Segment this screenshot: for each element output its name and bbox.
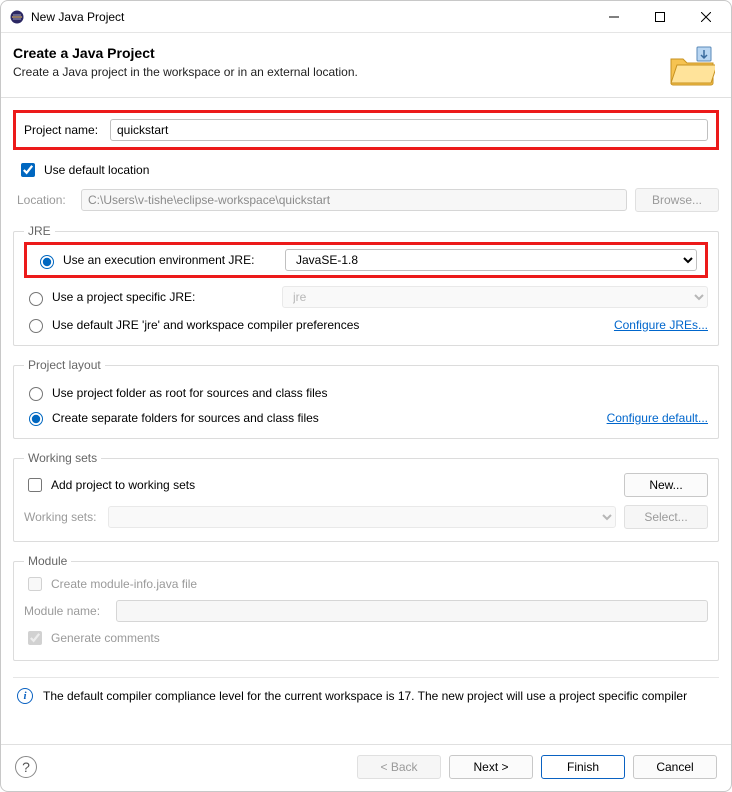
generate-comments-input (28, 631, 42, 645)
folder-java-icon (669, 45, 715, 87)
use-default-location-checkbox[interactable]: Use default location (17, 160, 149, 180)
jre-project-specific-radio[interactable] (29, 292, 43, 306)
jre-project-specific-select: jre (282, 286, 708, 308)
close-button[interactable] (683, 2, 729, 32)
minimize-button[interactable] (591, 2, 637, 32)
generate-comments-label: Generate comments (51, 631, 160, 645)
project-name-input[interactable] (110, 119, 708, 141)
module-legend: Module (24, 554, 71, 568)
jre-exec-env-select[interactable]: JavaSE-1.8 (285, 249, 697, 271)
add-to-working-sets-input[interactable] (28, 478, 42, 492)
eclipse-icon (9, 9, 25, 25)
configure-jres-link[interactable]: Configure JREs... (614, 318, 708, 332)
layout-single-radio[interactable] (29, 387, 43, 401)
jre-default-label: Use default JRE 'jre' and workspace comp… (52, 318, 359, 332)
jre-exec-env-label: Use an execution environment JRE: (63, 253, 279, 267)
working-sets-new-button[interactable]: New... (624, 473, 708, 497)
location-input (81, 189, 627, 211)
window-title: New Java Project (31, 10, 591, 24)
add-to-working-sets-label: Add project to working sets (51, 478, 195, 492)
header-title: Create a Java Project (13, 45, 661, 61)
use-default-location-label: Use default location (44, 163, 149, 177)
project-name-highlight: Project name: (13, 110, 719, 150)
dialog-footer: ? < Back Next > Finish Cancel (1, 744, 731, 791)
working-sets-group: Working sets Add project to working sets… (13, 451, 719, 542)
layout-single-label: Use project folder as root for sources a… (52, 386, 327, 400)
info-text: The default compiler compliance level fo… (43, 689, 687, 703)
working-sets-select-button: Select... (624, 505, 708, 529)
cancel-button[interactable]: Cancel (633, 755, 717, 779)
finish-button[interactable]: Finish (541, 755, 625, 779)
working-sets-label: Working sets: (24, 510, 100, 524)
info-bar: i The default compiler compliance level … (13, 677, 719, 714)
jre-default-radio[interactable] (29, 319, 43, 333)
use-default-location-input[interactable] (21, 163, 35, 177)
jre-group: JRE Use an execution environment JRE: Ja… (13, 224, 719, 346)
module-group: Module Create module-info.java file Modu… (13, 554, 719, 661)
layout-separate-label: Create separate folders for sources and … (52, 411, 319, 425)
help-button[interactable]: ? (15, 756, 37, 778)
jre-project-specific-label: Use a project specific JRE: (52, 290, 276, 304)
jre-exec-env-radio[interactable] (40, 255, 54, 269)
working-sets-legend: Working sets (24, 451, 101, 465)
titlebar: New Java Project (1, 1, 731, 33)
project-layout-legend: Project layout (24, 358, 105, 372)
jre-highlight: Use an execution environment JRE: JavaSE… (24, 242, 708, 278)
back-button: < Back (357, 755, 441, 779)
module-name-input (116, 600, 708, 622)
info-icon: i (17, 688, 33, 704)
header-subtitle: Create a Java project in the workspace o… (13, 65, 661, 79)
location-label: Location: (17, 193, 73, 207)
project-layout-group: Project layout Use project folder as roo… (13, 358, 719, 439)
dialog-header: Create a Java Project Create a Java proj… (1, 33, 731, 98)
content-area: Project name: Use default location Locat… (1, 98, 731, 744)
layout-separate-radio[interactable] (29, 412, 43, 426)
maximize-button[interactable] (637, 2, 683, 32)
jre-legend: JRE (24, 224, 55, 238)
create-module-info-label: Create module-info.java file (51, 577, 197, 591)
create-module-info-checkbox: Create module-info.java file (24, 574, 197, 594)
module-name-label: Module name: (24, 604, 108, 618)
create-module-info-input (28, 577, 42, 591)
next-button[interactable]: Next > (449, 755, 533, 779)
working-sets-select (108, 506, 616, 528)
project-name-label: Project name: (24, 123, 102, 137)
generate-comments-checkbox: Generate comments (24, 628, 160, 648)
browse-button: Browse... (635, 188, 719, 212)
add-to-working-sets-checkbox[interactable]: Add project to working sets (24, 475, 195, 495)
configure-default-link[interactable]: Configure default... (607, 411, 708, 425)
